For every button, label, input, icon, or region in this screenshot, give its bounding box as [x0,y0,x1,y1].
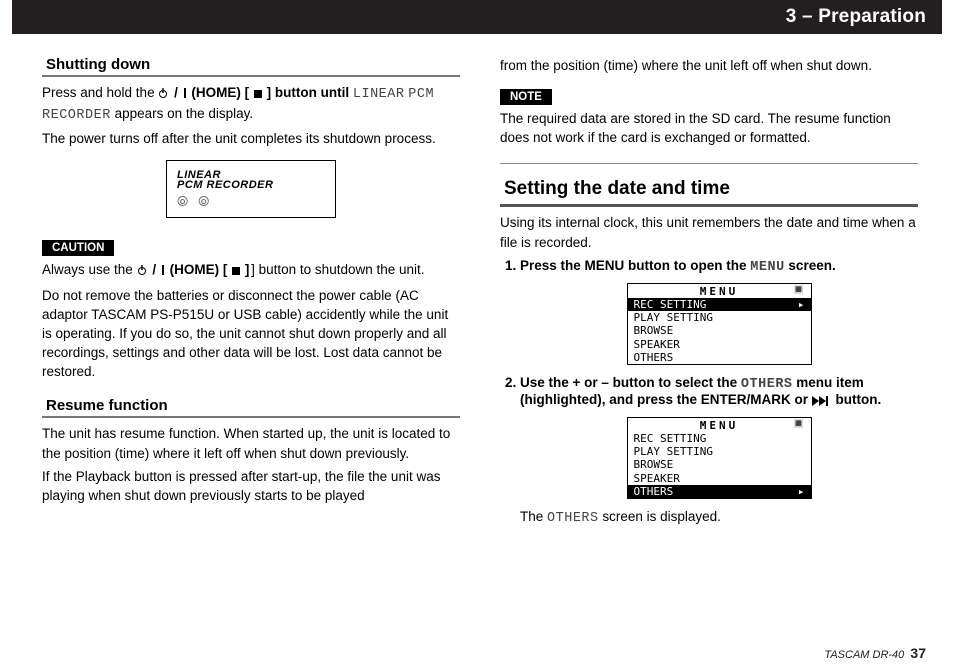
menu-row-browse: BROWSE [628,324,811,337]
power-icon [158,85,170,104]
section-shutting-down-title: Shutting down [42,54,460,77]
section-datetime-title: Setting the date and time [500,176,918,207]
divider [500,163,918,164]
power-icon [137,262,149,281]
lcd-text-linear: LINEAR [353,87,405,102]
two-column-layout: Shutting down Press and hold the / (HOME… [42,34,926,671]
section-resume-title: Resume function [42,395,460,418]
page-footer: TASCAM DR-40 37 [824,645,926,661]
menu-row-others: OTHERS [628,351,811,364]
shutting-down-p2: The power turns off after the unit compl… [42,129,460,148]
stop-square-icon [231,262,241,281]
chapter-header: 3 – Preparation [12,0,942,34]
left-column: Shutting down Press and hold the / (HOME… [42,52,460,671]
chapter-title: 3 – Preparation [786,6,926,28]
footer-model: TASCAM DR-40 [824,649,904,661]
caution-p2: Do not remove the batteries or disconnec… [42,286,460,382]
bar-icon [182,85,188,104]
caution-label: CAUTION [42,240,114,256]
datetime-steps: Press the MENU button to open the MENU s… [500,258,918,526]
step-1: Press the MENU button to open the MENU s… [520,258,918,365]
datetime-intro: Using its internal clock, this unit reme… [500,213,918,251]
stop-square-icon [253,85,263,104]
ffwd-icon [812,394,832,409]
note-p: The required data are stored in the SD c… [500,109,918,147]
resume-p1: The unit has resume function. When start… [42,424,460,462]
resume-p2: If the Playback button is pressed after … [42,467,460,505]
caution-p1: Always use the / (HOME) [ ] ] button to … [42,260,460,281]
lcd-screenshot-linear-pcm: LINEAR PCM RECORDER ⦾ ⦾ [166,160,336,218]
resume-continued: from the position (time) where the unit … [500,56,918,75]
menu-row-speaker: SPEAKER [628,338,811,351]
lcd-reel-icons: ⦾ ⦾ [177,193,325,210]
menu-row-rec: REC SETTING [628,298,811,311]
menu-row-play: PLAY SETTING [628,311,811,324]
footer-page-number: 37 [910,645,926,661]
note-label: NOTE [500,89,552,105]
menu-screenshot-2: MENU REC SETTING PLAY SETTING BROWSE SPE… [627,417,812,499]
shutting-down-p1: Press and hold the / (HOME) [ ] button u… [42,83,460,125]
step-2: Use the + or – button to select the OTHE… [520,375,918,526]
right-column: from the position (time) where the unit … [500,52,918,671]
slash-icon: / [152,262,160,277]
slash-icon: / [174,85,182,100]
menu-screenshot-1: MENU REC SETTING PLAY SETTING BROWSE SPE… [627,283,812,365]
manual-page: 3 – Preparation Shutting down Press and … [0,0,954,671]
bar-icon [160,262,166,281]
